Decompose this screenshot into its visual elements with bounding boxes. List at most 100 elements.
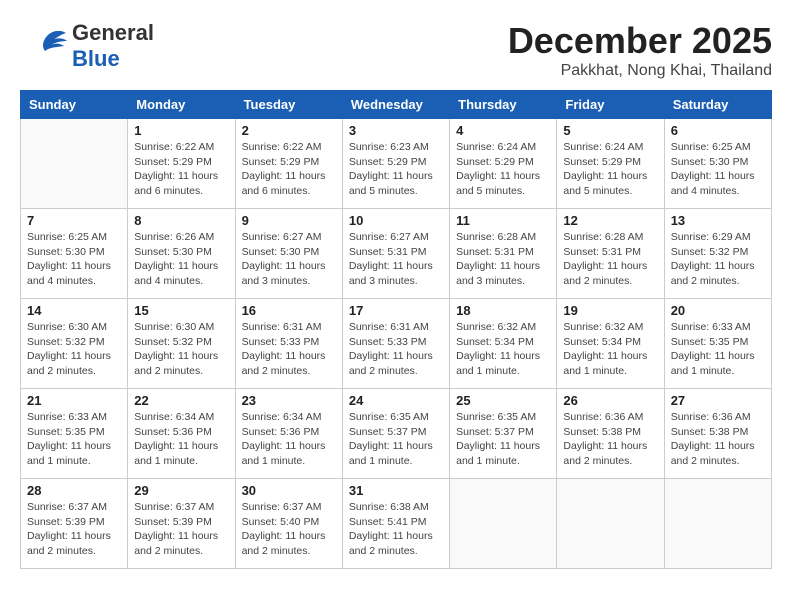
day-info: Sunrise: 6:27 AMSunset: 5:30 PMDaylight:… [242, 230, 336, 289]
day-info: Sunrise: 6:23 AMSunset: 5:29 PMDaylight:… [349, 140, 443, 199]
day-number: 12 [563, 213, 657, 228]
calendar-cell: 29 Sunrise: 6:37 AMSunset: 5:39 PMDayligh… [128, 479, 235, 569]
day-info: Sunrise: 6:25 AMSunset: 5:30 PMDaylight:… [671, 140, 765, 199]
day-info: Sunrise: 6:38 AMSunset: 5:41 PMDaylight:… [349, 500, 443, 559]
calendar-cell: 11 Sunrise: 6:28 AMSunset: 5:31 PMDayligh… [450, 209, 557, 299]
day-info: Sunrise: 6:31 AMSunset: 5:33 PMDaylight:… [349, 320, 443, 379]
calendar-cell: 13Sunrise: 6:29 AMSunset: 5:32 PMDayligh… [664, 209, 771, 299]
calendar-cell: 10Sunrise: 6:27 AMSunset: 5:31 PMDayligh… [342, 209, 449, 299]
day-info: Sunrise: 6:32 AMSunset: 5:34 PMDaylight:… [563, 320, 657, 379]
day-info: Sunrise: 6:25 AMSunset: 5:30 PMDaylight:… [27, 230, 121, 289]
weekday-header-sunday: Sunday [21, 91, 128, 119]
calendar-week-2: 7Sunrise: 6:25 AMSunset: 5:30 PMDaylight… [21, 209, 772, 299]
day-number: 17 [349, 303, 443, 318]
day-number: 8 [134, 213, 228, 228]
day-number: 30 [242, 483, 336, 498]
day-info: Sunrise: 6:37 AMSunset: 5:39 PMDaylight:… [134, 500, 228, 559]
weekday-header-friday: Friday [557, 91, 664, 119]
calendar-cell [664, 479, 771, 569]
calendar-cell: 25 Sunrise: 6:35 AMSunset: 5:37 PMDayligh… [450, 389, 557, 479]
day-number: 1 [134, 123, 228, 138]
calendar-cell: 7Sunrise: 6:25 AMSunset: 5:30 PMDaylight… [21, 209, 128, 299]
day-info: Sunrise: 6:35 AMSunset: 5:37 PMDaylight:… [456, 410, 550, 469]
day-number: 31 [349, 483, 443, 498]
calendar-week-3: 14 Sunrise: 6:30 AMSunset: 5:32 PMDayligh… [21, 299, 772, 389]
day-info: Sunrise: 6:37 AMSunset: 5:40 PMDaylight:… [242, 500, 336, 559]
calendar-cell [21, 119, 128, 209]
calendar-cell: 21Sunrise: 6:33 AMSunset: 5:35 PMDayligh… [21, 389, 128, 479]
day-info: Sunrise: 6:24 AMSunset: 5:29 PMDaylight:… [563, 140, 657, 199]
calendar-cell: 6 Sunrise: 6:25 AMSunset: 5:30 PMDaylight… [664, 119, 771, 209]
day-number: 9 [242, 213, 336, 228]
calendar-table: SundayMondayTuesdayWednesdayThursdayFrid… [20, 90, 772, 569]
calendar-cell [557, 479, 664, 569]
calendar-header-row: SundayMondayTuesdayWednesdayThursdayFrid… [21, 91, 772, 119]
day-number: 29 [134, 483, 228, 498]
calendar-cell: 20 Sunrise: 6:33 AMSunset: 5:35 PMDayligh… [664, 299, 771, 389]
day-number: 6 [671, 123, 765, 138]
calendar-cell: 18Sunrise: 6:32 AMSunset: 5:34 PMDayligh… [450, 299, 557, 389]
day-number: 25 [456, 393, 550, 408]
location-subtitle: Pakkhat, Nong Khai, Thailand [508, 62, 772, 80]
weekday-header-tuesday: Tuesday [235, 91, 342, 119]
day-number: 19 [563, 303, 657, 318]
month-title: December 2025 [508, 20, 772, 62]
day-number: 5 [563, 123, 657, 138]
day-info: Sunrise: 6:30 AMSunset: 5:32 PMDaylight:… [134, 320, 228, 379]
day-number: 2 [242, 123, 336, 138]
day-number: 24 [349, 393, 443, 408]
day-number: 16 [242, 303, 336, 318]
day-info: Sunrise: 6:22 AMSunset: 5:29 PMDaylight:… [242, 140, 336, 199]
logo-blue-text: Blue [72, 46, 120, 71]
day-info: Sunrise: 6:33 AMSunset: 5:35 PMDaylight:… [671, 320, 765, 379]
title-block: December 2025 Pakkhat, Nong Khai, Thaila… [508, 20, 772, 80]
day-info: Sunrise: 6:26 AMSunset: 5:30 PMDaylight:… [134, 230, 228, 289]
day-info: Sunrise: 6:35 AMSunset: 5:37 PMDaylight:… [349, 410, 443, 469]
weekday-header-monday: Monday [128, 91, 235, 119]
day-info: Sunrise: 6:28 AMSunset: 5:31 PMDaylight:… [456, 230, 550, 289]
day-number: 4 [456, 123, 550, 138]
day-number: 22 [134, 393, 228, 408]
logo-general-text: General [72, 20, 154, 46]
calendar-cell: 5 Sunrise: 6:24 AMSunset: 5:29 PMDaylight… [557, 119, 664, 209]
calendar-cell: 28 Sunrise: 6:37 AMSunset: 5:39 PMDayligh… [21, 479, 128, 569]
weekday-header-saturday: Saturday [664, 91, 771, 119]
day-number: 11 [456, 213, 550, 228]
calendar-cell: 15Sunrise: 6:30 AMSunset: 5:32 PMDayligh… [128, 299, 235, 389]
calendar-cell: 8 Sunrise: 6:26 AMSunset: 5:30 PMDaylight… [128, 209, 235, 299]
calendar-week-4: 21Sunrise: 6:33 AMSunset: 5:35 PMDayligh… [21, 389, 772, 479]
calendar-cell: 4Sunrise: 6:24 AMSunset: 5:29 PMDaylight… [450, 119, 557, 209]
day-info: Sunrise: 6:29 AMSunset: 5:32 PMDaylight:… [671, 230, 765, 289]
logo: General Blue [20, 20, 154, 72]
calendar-cell: 3 Sunrise: 6:23 AMSunset: 5:29 PMDaylight… [342, 119, 449, 209]
page-header: General Blue December 2025 Pakkhat, Nong… [20, 20, 772, 80]
day-number: 18 [456, 303, 550, 318]
day-info: Sunrise: 6:33 AMSunset: 5:35 PMDaylight:… [27, 410, 121, 469]
calendar-cell: 31 Sunrise: 6:38 AMSunset: 5:41 PMDayligh… [342, 479, 449, 569]
day-info: Sunrise: 6:34 AMSunset: 5:36 PMDaylight:… [242, 410, 336, 469]
calendar-cell: 17 Sunrise: 6:31 AMSunset: 5:33 PMDayligh… [342, 299, 449, 389]
calendar-cell: 24 Sunrise: 6:35 AMSunset: 5:37 PMDayligh… [342, 389, 449, 479]
day-number: 14 [27, 303, 121, 318]
calendar-week-5: 28 Sunrise: 6:37 AMSunset: 5:39 PMDayligh… [21, 479, 772, 569]
day-number: 23 [242, 393, 336, 408]
calendar-cell: 27Sunrise: 6:36 AMSunset: 5:38 PMDayligh… [664, 389, 771, 479]
calendar-cell: 9 Sunrise: 6:27 AMSunset: 5:30 PMDaylight… [235, 209, 342, 299]
calendar-cell: 2 Sunrise: 6:22 AMSunset: 5:29 PMDaylight… [235, 119, 342, 209]
calendar-cell: 16 Sunrise: 6:31 AMSunset: 5:33 PMDayligh… [235, 299, 342, 389]
day-number: 10 [349, 213, 443, 228]
day-info: Sunrise: 6:31 AMSunset: 5:33 PMDaylight:… [242, 320, 336, 379]
weekday-header-wednesday: Wednesday [342, 91, 449, 119]
day-info: Sunrise: 6:37 AMSunset: 5:39 PMDaylight:… [27, 500, 121, 559]
day-info: Sunrise: 6:30 AMSunset: 5:32 PMDaylight:… [27, 320, 121, 379]
day-info: Sunrise: 6:28 AMSunset: 5:31 PMDaylight:… [563, 230, 657, 289]
calendar-week-1: 1 Sunrise: 6:22 AMSunset: 5:29 PMDaylight… [21, 119, 772, 209]
calendar-cell: 14 Sunrise: 6:30 AMSunset: 5:32 PMDayligh… [21, 299, 128, 389]
day-number: 27 [671, 393, 765, 408]
day-info: Sunrise: 6:34 AMSunset: 5:36 PMDaylight:… [134, 410, 228, 469]
calendar-cell: 22 Sunrise: 6:34 AMSunset: 5:36 PMDayligh… [128, 389, 235, 479]
day-number: 20 [671, 303, 765, 318]
day-info: Sunrise: 6:36 AMSunset: 5:38 PMDaylight:… [563, 410, 657, 469]
day-number: 3 [349, 123, 443, 138]
day-number: 28 [27, 483, 121, 498]
